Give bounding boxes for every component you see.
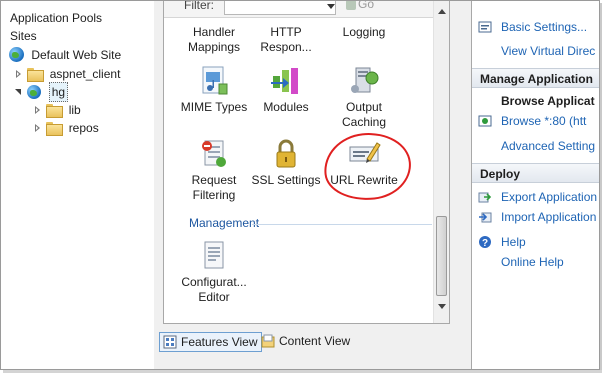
expand-icon[interactable] [33,123,43,133]
tree-item-default-web-site[interactable]: Default Web Site [9,45,121,63]
mime-types-icon [197,64,231,98]
online-help-link[interactable]: Online Help [501,255,564,269]
request-filtering-icon [197,137,231,171]
features-view-label: Features View [181,335,258,349]
iis-manager-window: Application Pools Sites Default Web Site… [0,0,600,370]
chevron-down-icon[interactable] [327,4,335,9]
scroll-thumb[interactable] [436,216,447,296]
tree-item-label: hg [48,82,69,102]
folder-icon [46,103,64,118]
pane-splitter[interactable] [454,1,471,369]
globe-icon [27,85,42,99]
help-icon: ? [478,235,492,249]
filter-bar: Filter: Go [164,1,434,18]
browse-application-heading: Browse Applicat [501,94,595,108]
feature-label: Request Filtering [191,173,237,202]
output-caching-icon [347,64,381,98]
feature-ssl-settings[interactable]: SSL Settings [246,137,326,188]
feature-label: Logging [342,25,386,39]
view-virtual-directories-link[interactable]: View Virtual Direc [501,44,595,58]
feature-label: HTTP Respon... [260,25,312,54]
browse-icon [478,114,492,128]
feature-label: Configurat... Editor [181,275,247,304]
tree-item-label: aspnet_client [49,66,121,81]
help-link[interactable]: Help [501,235,526,249]
deploy-heading: Deploy [472,163,599,183]
go-button[interactable]: Go [346,1,374,11]
feature-handler-mappings[interactable]: Handler Mappings [174,25,254,55]
content-view-button[interactable]: Content View [258,332,354,352]
feature-request-filtering[interactable]: Request Filtering [174,137,254,203]
export-icon [478,190,492,204]
expand-icon[interactable] [14,69,24,79]
feature-logging[interactable]: Logging [324,25,404,40]
features-view-icon [163,335,177,349]
export-application-link[interactable]: Export Application [501,190,597,204]
scroll-down-icon[interactable] [438,304,446,309]
feature-modules[interactable]: Modules [246,64,326,115]
feature-mime-types[interactable]: MIME Types [174,64,254,115]
tree-item-label: lib [68,102,81,117]
advanced-settings-link[interactable]: Advanced Setting [501,139,595,153]
svg-text:?: ? [482,238,488,249]
feature-label: MIME Types [180,100,248,114]
feature-label: Handler Mappings [187,25,241,54]
feature-label: Output Caching [341,100,387,129]
go-label: Go [358,1,375,11]
filter-label: Filter: [184,1,214,12]
tree-item-repos[interactable]: repos [33,118,99,136]
feature-label: Modules [263,100,309,114]
tree-item-application-pools[interactable]: Application Pools [10,8,102,26]
folder-icon [27,67,45,82]
configuration-editor-icon [197,239,231,273]
import-application-link[interactable]: Import Application [501,210,596,224]
tree-item-hg[interactable]: hg [14,82,69,102]
feature-output-caching[interactable]: Output Caching [324,64,404,130]
content-view-label: Content View [279,334,351,348]
view-switcher: Features View Content View [154,329,454,353]
feature-http-response[interactable]: HTTP Respon... [246,25,326,55]
go-icon [346,1,356,10]
content-view-icon [261,334,275,348]
browse-80-link[interactable]: Browse *:80 (htt [501,114,586,128]
tree-item-sites[interactable]: Sites [10,26,37,44]
divider [252,224,432,225]
vertical-scrollbar[interactable] [433,1,449,323]
tree-item-label: Application Pools [10,10,103,25]
feature-label: SSL Settings [251,173,321,187]
features-pane: Filter: Go Handler Mappings HTTP Respon.… [154,1,454,369]
features-list: Filter: Go Handler Mappings HTTP Respon.… [163,1,450,324]
features-view-button[interactable]: Features View [159,332,263,352]
tree-item-label: repos [68,120,99,135]
manage-application-heading: Manage Application [472,68,599,88]
tree-item-label: Default Web Site [31,47,122,62]
connections-tree: Application Pools Sites Default Web Site… [1,1,154,369]
globe-icon [9,47,24,63]
collapse-icon[interactable] [14,87,24,97]
settings-icon [478,20,492,34]
tree-item-aspnet-client[interactable]: aspnet_client [14,64,120,82]
filter-input[interactable] [224,1,336,15]
actions-pane: Basic Settings... View Virtual Direc Man… [471,1,599,369]
modules-icon [269,64,303,98]
feature-configuration-editor[interactable]: Configurat... Editor [174,239,254,305]
management-heading: Management [189,216,260,230]
tree-item-lib[interactable]: lib [33,100,81,118]
basic-settings-link[interactable]: Basic Settings... [501,20,587,34]
ssl-lock-icon [269,137,303,171]
folder-icon [46,121,64,136]
tree-item-label: Sites [10,28,37,43]
expand-icon[interactable] [33,105,43,115]
import-icon [478,210,492,224]
window-shadow [3,370,602,373]
scroll-up-icon[interactable] [438,9,446,14]
